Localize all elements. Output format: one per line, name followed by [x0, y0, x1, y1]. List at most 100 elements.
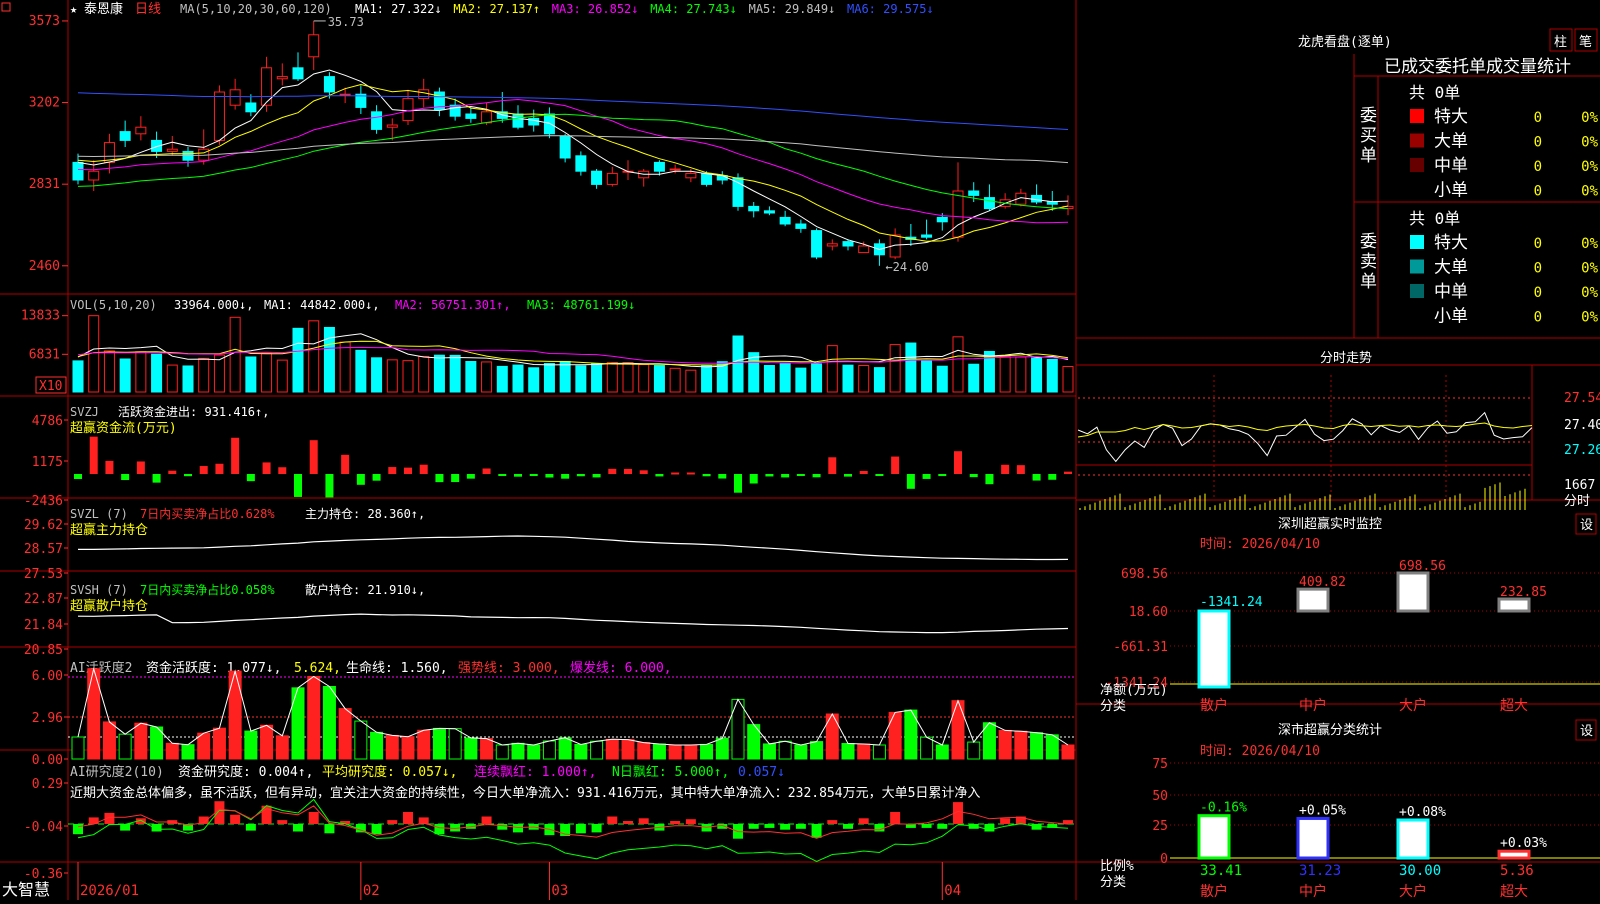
- volume-bar: [182, 365, 194, 393]
- sc-tick-label: 50: [1152, 789, 1168, 804]
- sz-tick-label: 698.56: [1121, 567, 1168, 582]
- svzj-bar: [1064, 471, 1072, 474]
- sz-title: 深圳超赢实时监控: [1278, 516, 1382, 532]
- volume-bar: [418, 355, 430, 393]
- intraday-price-line: [1077, 411, 1533, 463]
- volume-axis: 13833 6831 X10: [21, 309, 68, 394]
- order-swatch: [1410, 308, 1424, 323]
- ai3-line-green: [77, 798, 1069, 862]
- order-pct: 0%: [1581, 184, 1598, 200]
- svsh-tick-label: 20.85: [24, 643, 63, 658]
- volume-bar: [481, 361, 493, 393]
- sz-xlabel: 分类: [1100, 699, 1126, 714]
- price-tick-label: 3202: [29, 96, 60, 111]
- svzj-bars: [74, 436, 1072, 498]
- ai2-bar: [527, 744, 541, 760]
- price-tick-label: 3573: [29, 14, 60, 29]
- sc-tick-label: 25: [1152, 819, 1168, 834]
- svsh-tick-label: 22.87: [24, 592, 63, 607]
- order-pct: 0%: [1581, 159, 1598, 175]
- vol-value: 33964.000↓,: [174, 298, 253, 312]
- ai2-bar: [322, 686, 336, 760]
- ai2-bar: [197, 732, 211, 760]
- period-label[interactable]: 日线: [135, 2, 161, 17]
- volume-bar: [496, 365, 508, 393]
- candle-body: [386, 124, 398, 128]
- volume-bar: [591, 363, 603, 393]
- order-count: 0: [1534, 135, 1542, 151]
- ma-params: MA(5,10,20,30,60,120): [180, 2, 332, 16]
- stats-header: 已成交委托单成交量统计: [1384, 57, 1571, 77]
- sz-bar-value: 698.56: [1399, 559, 1446, 574]
- svsh-header: SVSH (7) 7日内买卖净占比0.058% 散户持仓: 21.910↓, 超…: [70, 582, 425, 614]
- ai2-bar: [370, 731, 384, 760]
- svzj-bar: [168, 470, 177, 474]
- ai3-bar: [843, 824, 853, 829]
- side-label-char: 单: [1360, 146, 1377, 166]
- svzj-bar: [891, 456, 900, 474]
- svzj-tick-label: -2436: [24, 494, 63, 509]
- svzj-bar: [74, 474, 82, 479]
- sz-bar: [1296, 587, 1330, 613]
- ai3-bar: [513, 824, 523, 833]
- volume-bar: [103, 350, 115, 393]
- stock-name[interactable]: 泰恩康: [84, 1, 123, 17]
- ai2-bar: [495, 744, 509, 760]
- star-icon[interactable]: ★: [70, 2, 77, 16]
- sc-bar-delta: +0.03%: [1500, 836, 1547, 851]
- ma-legend-item-5: MA5: 29.849↓: [749, 2, 836, 16]
- ai3-bar: [1000, 818, 1011, 824]
- candle-body: [1046, 201, 1058, 205]
- ai3-d: N日飘红: 5.000↑,: [612, 764, 729, 780]
- svzj-bar: [875, 474, 884, 476]
- ai3-bar: [623, 821, 633, 824]
- volume-bar: [198, 357, 210, 393]
- volume-bar: [386, 359, 398, 393]
- candle-body: [858, 245, 870, 254]
- svzj-bar: [624, 468, 632, 474]
- volume-bar: [465, 360, 477, 393]
- side-label-char: 卖: [1360, 252, 1377, 272]
- svzj-bar: [246, 474, 255, 482]
- ai3-bar: [293, 824, 303, 832]
- menu-icon[interactable]: [1, 2, 11, 12]
- volume-bar: [921, 360, 933, 393]
- ai2-bar: [1030, 732, 1044, 760]
- svzj-bar: [498, 474, 507, 476]
- ai2-bar: [731, 698, 745, 760]
- svzj-bar: [262, 462, 271, 474]
- svzj-bar: [435, 474, 444, 483]
- svzj-bar: [828, 457, 837, 474]
- ai2-bar: [1045, 734, 1059, 760]
- volume-bar: [355, 349, 367, 393]
- svzl-sub: 超赢主力持仓: [70, 522, 148, 538]
- ai3-bar: [481, 816, 492, 824]
- candlestick-series: [72, 20, 1074, 266]
- order-swatch: [1410, 259, 1424, 274]
- ai3-bar: [937, 824, 948, 829]
- svsh-path: [77, 613, 1069, 634]
- svzj-bar: [545, 474, 554, 478]
- ai3-bar: [638, 818, 649, 824]
- low-price-label: ←24.60: [885, 260, 928, 274]
- sc-title: 深市超赢分类统计: [1278, 722, 1382, 738]
- ai2-bar: [637, 742, 651, 760]
- svzj-tick-label: 4786: [32, 414, 63, 429]
- candle-body: [952, 190, 964, 238]
- ai2-bar: [71, 736, 85, 760]
- svzl-line: [78, 535, 1069, 561]
- candle-body: [292, 67, 304, 80]
- volume-bar: [229, 316, 241, 393]
- candle-body: [559, 135, 571, 159]
- sc-tick-label: 0: [1160, 852, 1168, 867]
- candle-body: [669, 168, 681, 171]
- sc-xlabel: 分类: [1100, 875, 1126, 890]
- candle-body: [245, 102, 257, 113]
- intraday-chart[interactable]: 27.54 27.40 27.26 1667分时: [1077, 375, 1600, 510]
- svsh-sub: 超赢散户持仓: [70, 598, 148, 614]
- ai3-bar: [387, 820, 398, 824]
- order-type-label: 特大: [1434, 107, 1468, 127]
- svzj-bar: [718, 474, 727, 479]
- candle-body: [606, 172, 618, 185]
- svzl-path: [78, 535, 1069, 561]
